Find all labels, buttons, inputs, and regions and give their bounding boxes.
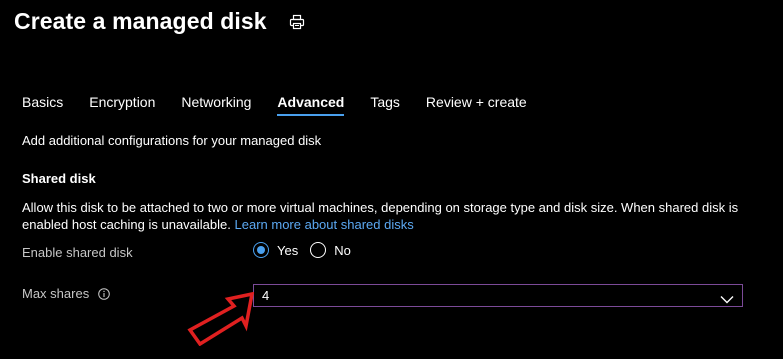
radio-yes-label[interactable]: Yes bbox=[277, 243, 298, 258]
radio-no-circle[interactable] bbox=[310, 242, 327, 258]
enable-shared-disk-radio-group: Yes No bbox=[253, 242, 363, 258]
tab-encryption[interactable]: Encryption bbox=[89, 94, 155, 116]
tab-bar: Basics Encryption Networking Advanced Ta… bbox=[22, 94, 527, 116]
max-shares-label-text: Max shares bbox=[22, 286, 90, 301]
enable-shared-disk-label: Enable shared disk bbox=[22, 245, 133, 260]
info-icon[interactable] bbox=[98, 287, 111, 300]
intro-text: Add additional configurations for your m… bbox=[22, 133, 322, 148]
radio-no[interactable]: No bbox=[310, 242, 351, 258]
tab-review-create[interactable]: Review + create bbox=[426, 94, 527, 116]
enable-shared-disk-label-text: Enable shared disk bbox=[22, 245, 133, 260]
learn-more-shared-disks-link[interactable]: Learn more about shared disks bbox=[235, 217, 414, 232]
print-icon[interactable] bbox=[289, 14, 305, 30]
max-shares-label: Max shares bbox=[22, 286, 111, 301]
radio-no-label[interactable]: No bbox=[334, 243, 351, 258]
tab-basics[interactable]: Basics bbox=[22, 94, 63, 116]
title-row: Create a managed disk bbox=[14, 8, 305, 35]
shared-disk-heading: Shared disk bbox=[22, 171, 96, 186]
max-shares-select[interactable]: 4 bbox=[253, 284, 743, 307]
shared-disk-description: Allow this disk to be attached to two or… bbox=[22, 199, 767, 233]
tab-advanced[interactable]: Advanced bbox=[277, 94, 345, 116]
max-shares-value: 4 bbox=[262, 288, 270, 303]
tab-tags[interactable]: Tags bbox=[370, 94, 400, 116]
radio-yes[interactable]: Yes bbox=[253, 242, 298, 258]
radio-yes-circle[interactable] bbox=[253, 242, 269, 258]
chevron-down-icon[interactable] bbox=[720, 291, 734, 304]
tab-networking[interactable]: Networking bbox=[181, 94, 251, 116]
red-arrow-icon bbox=[187, 292, 254, 346]
page-title: Create a managed disk bbox=[14, 8, 267, 34]
